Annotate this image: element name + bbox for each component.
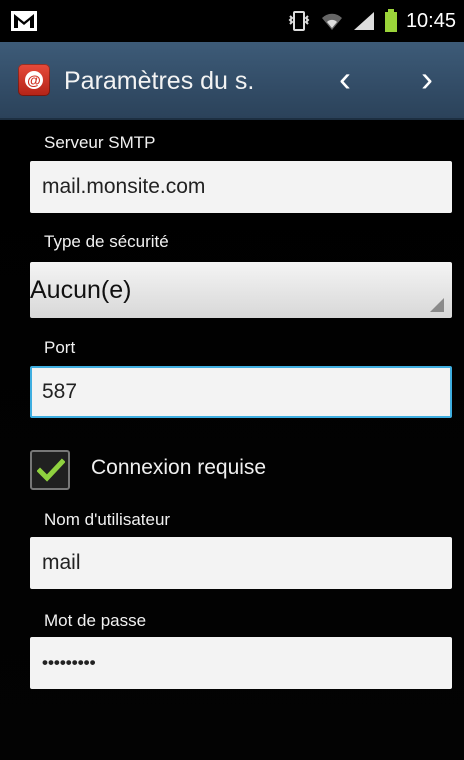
login-required-checkbox[interactable] (30, 450, 70, 490)
battery-icon (384, 9, 397, 32)
smtp-server-field[interactable]: mail.monsite.com (30, 161, 452, 213)
port-field[interactable]: 587 (30, 366, 452, 418)
gmail-icon (11, 11, 37, 31)
checkmark-icon (37, 458, 65, 482)
username-label: Nom d'utilisateur (44, 510, 171, 529)
action-bar: @ Paramètres du s. ‹ › (0, 42, 464, 120)
email-app-icon[interactable]: @ (18, 64, 50, 96)
chevron-left-icon[interactable]: ‹ (325, 61, 365, 100)
settings-form: Serveur SMTP mail.monsite.com Type de sé… (0, 120, 464, 760)
security-type-value: Aucun(e) (30, 276, 132, 304)
chevron-right-icon[interactable]: › (407, 61, 447, 100)
port-label: Port (44, 338, 76, 357)
signal-icon (353, 12, 374, 30)
security-type-label: Type de sécurité (44, 232, 169, 251)
wifi-icon (321, 13, 342, 30)
password-field[interactable]: ••••••••• (30, 637, 452, 689)
vibrate-icon (288, 11, 310, 31)
page-title: Paramètres du s. (64, 67, 255, 95)
status-bar: 10:45 (0, 0, 464, 42)
clock: 10:45 (405, 9, 456, 32)
dropdown-arrow-icon (430, 298, 444, 312)
security-type-select[interactable]: Aucun(e) (30, 262, 452, 318)
login-required-label[interactable]: Connexion requise (91, 456, 266, 480)
status-icons: 10:45 (286, 0, 456, 42)
username-field[interactable]: mail (30, 537, 452, 589)
smtp-server-label: Serveur SMTP (44, 133, 156, 152)
password-label: Mot de passe (44, 611, 147, 630)
